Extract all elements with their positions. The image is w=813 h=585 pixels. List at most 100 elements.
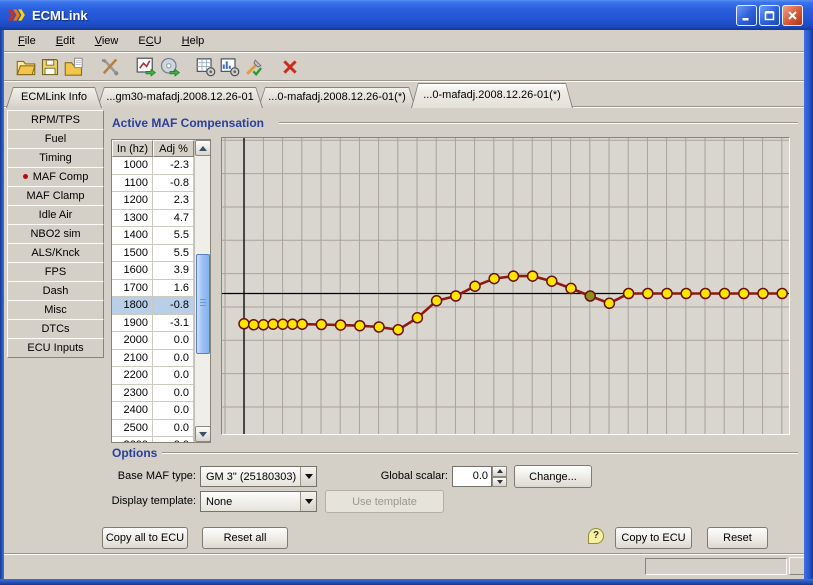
table-cell[interactable]: 0.0 <box>153 420 194 438</box>
table-row[interactable]: 23000.0 <box>112 385 194 403</box>
sidebar-item-fps[interactable]: FPS <box>7 262 104 282</box>
table-cell[interactable]: 4.7 <box>153 210 194 228</box>
table-row[interactable]: 1800-0.8 <box>112 297 194 315</box>
table-cell[interactable]: -0.8 <box>153 297 194 315</box>
table-row[interactable]: 17001.6 <box>112 280 194 298</box>
title-bar[interactable]: ECMLink <box>0 0 813 30</box>
table-cell[interactable]: 2300 <box>112 385 153 403</box>
table-row[interactable]: 1900-3.1 <box>112 315 194 333</box>
table-row[interactable]: 20000.0 <box>112 332 194 350</box>
copy-to-ecu-button[interactable]: Copy to ECU <box>615 527 692 549</box>
sidebar-item-timing[interactable]: Timing <box>7 148 104 168</box>
table-row[interactable]: 13004.7 <box>112 210 194 228</box>
table-cell[interactable]: 1600 <box>112 262 153 280</box>
table-cell[interactable]: 0.0 <box>153 402 194 420</box>
table-cell[interactable]: 1700 <box>112 280 153 298</box>
menu-file[interactable]: File <box>8 33 46 49</box>
scrollbar-thumb[interactable] <box>196 254 210 354</box>
sidebar-item-nbo2-sim[interactable]: NBO2 sim <box>7 224 104 244</box>
table-cell[interactable]: 1800 <box>112 297 153 315</box>
table-row[interactable]: 26000.0 <box>112 437 194 443</box>
menu-edit[interactable]: Edit <box>46 33 85 49</box>
maf-chart[interactable] <box>221 137 790 435</box>
table-row[interactable]: 14005.5 <box>112 227 194 245</box>
table-cell[interactable]: 2500 <box>112 420 153 438</box>
table-cell[interactable]: 1500 <box>112 245 153 263</box>
table-row[interactable]: 21000.0 <box>112 350 194 368</box>
reset-all-button[interactable]: Reset all <box>202 527 288 549</box>
table-cell[interactable]: 3.9 <box>153 262 194 280</box>
menu-view[interactable]: View <box>85 33 129 49</box>
sidebar-item-maf-clamp[interactable]: MAF Clamp <box>7 186 104 206</box>
sidebar-item-fuel[interactable]: Fuel <box>7 129 104 149</box>
log-options-icon[interactable] <box>194 55 218 79</box>
base-maf-type-select[interactable]: GM 3" (25180303) <box>200 466 317 487</box>
export-disc-icon[interactable] <box>158 55 182 79</box>
table-cell[interactable]: 0.0 <box>153 385 194 403</box>
table-cell[interactable]: 1200 <box>112 192 153 210</box>
table-cell[interactable]: 1000 <box>112 157 153 175</box>
column-header[interactable]: Adj % <box>153 140 194 157</box>
sidebar-item-dash[interactable]: Dash <box>7 281 104 301</box>
reset-button[interactable]: Reset <box>707 527 768 549</box>
save-icon[interactable] <box>38 55 62 79</box>
open-file-icon[interactable] <box>14 55 38 79</box>
table-row[interactable]: 1000-2.3 <box>112 157 194 175</box>
help-icon[interactable]: ? <box>588 528 604 544</box>
copy-all-to-ecu-button[interactable]: Copy all to ECU <box>102 527 188 549</box>
tab-ecmlink-info[interactable]: ECMLink Info <box>6 87 102 108</box>
table-row[interactable]: 1100-0.8 <box>112 175 194 193</box>
table-scrollbar[interactable] <box>194 140 210 442</box>
table-cell[interactable]: 2400 <box>112 402 153 420</box>
table-cell[interactable]: 1900 <box>112 315 153 333</box>
table-row[interactable]: 16003.9 <box>112 262 194 280</box>
sidebar-item-idle-air[interactable]: Idle Air <box>7 205 104 225</box>
tools-icon[interactable] <box>98 55 122 79</box>
table-cell[interactable]: 2.3 <box>153 192 194 210</box>
table-cell[interactable]: 0.0 <box>153 437 194 443</box>
minimize-button[interactable] <box>736 5 757 26</box>
global-scalar-input[interactable]: 0.0 <box>452 466 492 487</box>
tab-log-2[interactable]: ...0-mafadj.2008.12.26-01(*) <box>258 87 416 108</box>
table-cell[interactable]: 0.0 <box>153 332 194 350</box>
sidebar-item-ecu-inputs[interactable]: ECU Inputs <box>7 338 104 358</box>
sidebar-item-maf-comp[interactable]: MAF Comp <box>7 167 104 187</box>
base-maf-dropdown-button[interactable] <box>300 467 316 486</box>
table-cell[interactable]: 2600 <box>112 437 153 443</box>
table-cell[interactable]: 1400 <box>112 227 153 245</box>
table-row[interactable]: 25000.0 <box>112 420 194 438</box>
save-as-icon[interactable] <box>62 55 86 79</box>
scroll-down-button[interactable] <box>195 426 211 442</box>
table-cell[interactable]: -3.1 <box>153 315 194 333</box>
graph-options-icon[interactable] <box>218 55 242 79</box>
table-cell[interactable]: -0.8 <box>153 175 194 193</box>
sidebar-item-misc[interactable]: Misc <box>7 300 104 320</box>
display-template-select[interactable]: None <box>200 491 317 512</box>
column-header[interactable]: In (hz) <box>112 140 153 157</box>
maintenance-icon[interactable] <box>242 55 266 79</box>
maximize-button[interactable] <box>759 5 780 26</box>
table-cell[interactable]: -2.3 <box>153 157 194 175</box>
tab-log-3[interactable]: ...0-mafadj.2008.12.26-01(*) <box>411 83 573 108</box>
close-button[interactable] <box>782 5 803 26</box>
display-template-dropdown-button[interactable] <box>300 492 316 511</box>
sidebar-item-als-knck[interactable]: ALS/Knck <box>7 243 104 263</box>
table-cell[interactable]: 2100 <box>112 350 153 368</box>
stepper-up-button[interactable] <box>492 466 507 477</box>
sidebar-item-rpm-tps[interactable]: RPM/TPS <box>7 110 104 130</box>
table-row[interactable]: 22000.0 <box>112 367 194 385</box>
scroll-up-button[interactable] <box>195 140 211 156</box>
table-row[interactable]: 12002.3 <box>112 192 194 210</box>
export-graph-icon[interactable] <box>134 55 158 79</box>
table-cell[interactable]: 2200 <box>112 367 153 385</box>
change-button[interactable]: Change... <box>514 465 592 488</box>
resize-grip[interactable] <box>789 557 805 575</box>
table-cell[interactable]: 5.5 <box>153 245 194 263</box>
table-cell[interactable]: 1100 <box>112 175 153 193</box>
table-row[interactable]: 24000.0 <box>112 402 194 420</box>
menu-ecu[interactable]: ECU <box>128 33 171 49</box>
table-cell[interactable]: 0.0 <box>153 367 194 385</box>
stepper-down-button[interactable] <box>492 477 507 488</box>
table-cell[interactable]: 5.5 <box>153 227 194 245</box>
table-cell[interactable]: 2000 <box>112 332 153 350</box>
